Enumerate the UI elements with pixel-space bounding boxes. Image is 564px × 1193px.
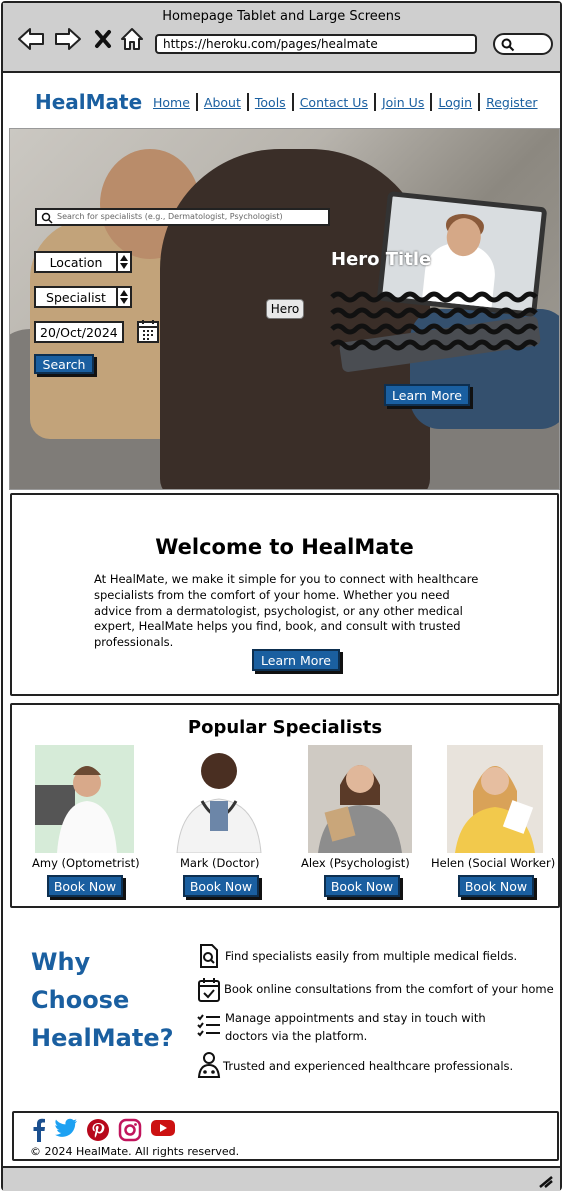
nav-about[interactable]: About bbox=[198, 95, 247, 110]
nav-register[interactable]: Register bbox=[480, 95, 543, 110]
book-now-button-helen[interactable]: Book Now bbox=[458, 875, 534, 897]
hero-learn-more-button[interactable]: Learn More bbox=[384, 384, 470, 406]
twitter-icon[interactable] bbox=[54, 1118, 78, 1146]
footer: © 2024 HealMate. All rights reserved. bbox=[12, 1111, 559, 1161]
spinner-icon[interactable] bbox=[116, 253, 130, 271]
location-select[interactable]: Location bbox=[34, 251, 132, 273]
nav-login[interactable]: Login bbox=[432, 95, 478, 110]
date-input[interactable]: 20/Oct/2024 bbox=[34, 321, 124, 343]
browser-search[interactable] bbox=[493, 33, 553, 55]
nav-contact-us[interactable]: Contact Us bbox=[294, 95, 374, 110]
search-button[interactable]: Search bbox=[34, 354, 94, 374]
why-item-text: Find specialists easily from multiple me… bbox=[225, 949, 518, 963]
specialist-name: Amy (Optometrist) bbox=[32, 856, 140, 870]
hero-section: Search for specialists (e.g., Dermatolog… bbox=[9, 128, 560, 490]
specialist-photo-alex[interactable] bbox=[308, 745, 412, 853]
browser-toolbar: Homepage Tablet and Large Screens https:… bbox=[3, 3, 560, 73]
book-now-button-alex[interactable]: Book Now bbox=[324, 875, 400, 897]
why-item-text: Book online consultations from the comfo… bbox=[224, 982, 554, 996]
book-now-button-amy[interactable]: Book Now bbox=[47, 875, 123, 897]
browser-window: Homepage Tablet and Large Screens https:… bbox=[1, 1, 562, 1191]
specialist-photo-helen[interactable] bbox=[447, 745, 543, 853]
hero-title: Hero Title bbox=[331, 249, 432, 270]
browser-status-bar bbox=[3, 1166, 560, 1191]
resize-handle-icon[interactable] bbox=[538, 1175, 554, 1189]
social-links bbox=[32, 1118, 176, 1146]
close-icon[interactable] bbox=[89, 25, 117, 53]
nav-tools[interactable]: Tools bbox=[249, 95, 292, 110]
welcome-body: At HealMate, we make it simple for you t… bbox=[94, 572, 479, 650]
specialist-label: Specialist bbox=[46, 289, 106, 305]
specialist-photo-mark[interactable] bbox=[172, 745, 267, 853]
specialist-photo-amy[interactable] bbox=[35, 745, 134, 853]
book-now-button-mark[interactable]: Book Now bbox=[183, 875, 259, 897]
forward-arrow-icon[interactable] bbox=[54, 25, 82, 53]
welcome-learn-more-button[interactable]: Learn More bbox=[252, 649, 340, 671]
instagram-icon[interactable] bbox=[118, 1118, 142, 1146]
doctor-icon bbox=[197, 1051, 221, 1083]
search-icon bbox=[41, 212, 53, 224]
back-arrow-icon[interactable] bbox=[17, 25, 45, 53]
url-bar[interactable]: https://heroku.com/pages/healmate bbox=[155, 34, 477, 54]
window-title: Homepage Tablet and Large Screens bbox=[162, 9, 401, 24]
specialist-search-input[interactable]: Search for specialists (e.g., Dermatolog… bbox=[35, 208, 330, 226]
nav-join-us[interactable]: Join Us bbox=[376, 95, 430, 110]
specialist-name: Helen (Social Worker) bbox=[431, 856, 556, 870]
copyright-text: © 2024 HealMate. All rights reserved. bbox=[30, 1145, 240, 1158]
checklist-icon bbox=[196, 1013, 222, 1041]
why-item-text: Trusted and experienced healthcare profe… bbox=[223, 1059, 514, 1073]
brand-logo[interactable]: HealMate bbox=[35, 90, 142, 114]
home-icon[interactable] bbox=[118, 25, 146, 53]
why-item-text: Manage appointments and stay in touch wi… bbox=[225, 1011, 486, 1043]
hero-badge: Hero bbox=[266, 299, 304, 319]
hero-text-placeholder bbox=[330, 291, 538, 351]
pinterest-icon[interactable] bbox=[86, 1118, 110, 1146]
main-nav: Home About Tools Contact Us Join Us Logi… bbox=[147, 93, 544, 111]
calendar-check-icon bbox=[197, 977, 221, 1007]
specialist-select[interactable]: Specialist bbox=[34, 286, 132, 308]
specialist-name: Alex (Psychologist) bbox=[301, 856, 410, 870]
nav-home[interactable]: Home bbox=[147, 95, 196, 110]
popular-specialists-section: Popular Specialists Amy (Optometrist) Bo… bbox=[10, 703, 560, 908]
search-placeholder: Search for specialists (e.g., Dermatolog… bbox=[57, 212, 283, 221]
spinner-icon[interactable] bbox=[116, 288, 130, 306]
facebook-icon[interactable] bbox=[32, 1118, 46, 1146]
location-label: Location bbox=[49, 254, 103, 270]
why-choose-title: Why Choose HealMate? bbox=[31, 948, 174, 1052]
specialist-name: Mark (Doctor) bbox=[180, 856, 260, 870]
youtube-icon[interactable] bbox=[150, 1118, 176, 1146]
welcome-section: Welcome to HealMate At HealMate, we make… bbox=[10, 493, 559, 696]
calendar-icon[interactable] bbox=[137, 319, 159, 347]
welcome-title: Welcome to HealMate bbox=[155, 535, 414, 559]
search-document-icon bbox=[199, 943, 219, 973]
search-icon bbox=[501, 38, 515, 52]
specialists-title: Popular Specialists bbox=[187, 717, 383, 738]
